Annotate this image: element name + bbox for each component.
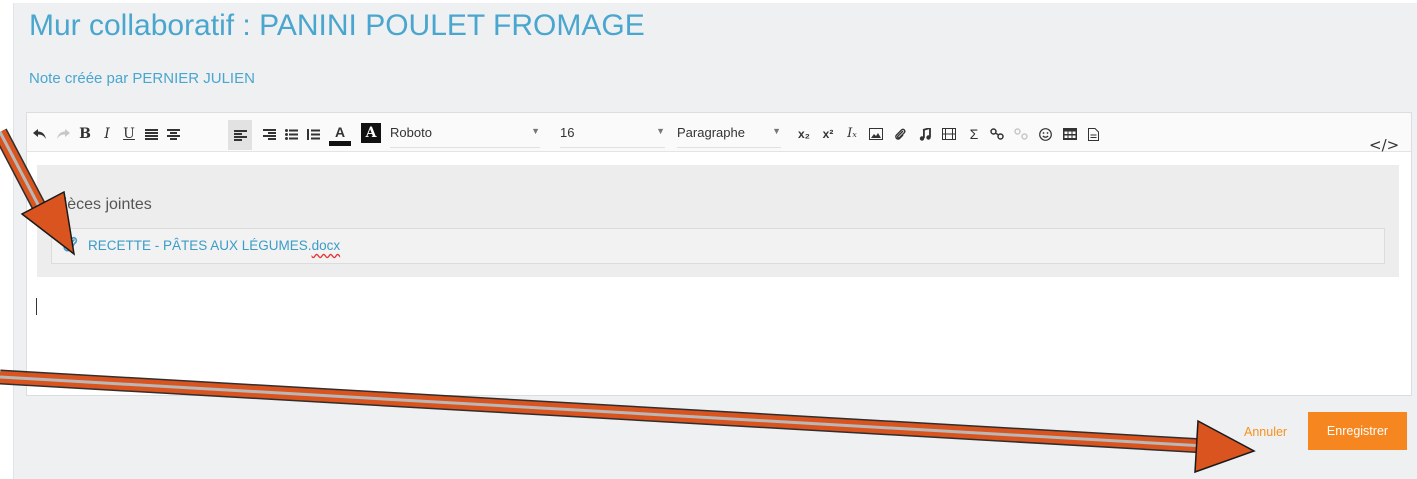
align-center-icon[interactable] (165, 123, 181, 145)
paragraph-format-select[interactable]: Paragraphe ▼ (677, 123, 781, 148)
background-color-button[interactable]: A (361, 123, 381, 143)
font-size-select[interactable]: 16 ▼ (560, 123, 665, 148)
superscript-button[interactable]: x² (819, 123, 837, 145)
text-color-button[interactable]: A (329, 123, 351, 146)
attachments-title: Pièces jointes (53, 196, 152, 213)
editor-toolbar: B I U A A Roboto ▼ 16 ▼ Paragraphe ▼ x₂ … (27, 113, 1411, 152)
table-icon[interactable] (1061, 123, 1079, 145)
link-icon[interactable] (988, 123, 1006, 145)
undo-icon[interactable] (32, 123, 48, 145)
underline-button[interactable]: U (121, 123, 137, 145)
font-size-value: 16 (560, 125, 575, 140)
attachments-box: Pièces jointes RECETTE - PÂTES AUX LÉGUM… (37, 165, 1399, 277)
bullet-list-icon[interactable] (283, 123, 299, 145)
attachment-extension: docx (311, 238, 341, 253)
align-justify-icon[interactable] (143, 123, 159, 145)
align-left-icon[interactable] (228, 120, 252, 150)
font-family-value: Roboto (390, 125, 432, 140)
save-button[interactable]: Enregistrer (1308, 412, 1407, 450)
chevron-down-icon: ▼ (531, 126, 540, 136)
italic-button[interactable]: I (99, 123, 115, 145)
image-icon[interactable] (867, 123, 885, 145)
redo-icon[interactable] (55, 123, 71, 145)
align-right-icon[interactable] (261, 123, 277, 145)
paragraph-format-value: Paragraphe (677, 125, 745, 140)
text-cursor (36, 298, 37, 315)
emoji-icon[interactable] (1036, 123, 1054, 145)
attachment-icon[interactable] (891, 123, 909, 145)
subscript-button[interactable]: x₂ (795, 123, 813, 145)
clear-format-button[interactable]: Iₓ (843, 123, 861, 145)
code-view-button[interactable]: </> (1369, 136, 1399, 154)
video-icon[interactable] (940, 123, 958, 145)
unlink-icon[interactable] (1012, 123, 1030, 145)
numbered-list-icon[interactable] (305, 123, 321, 145)
paperclip-icon (62, 235, 78, 258)
bold-button[interactable]: B (77, 123, 93, 145)
attachment-link[interactable]: RECETTE - PÂTES AUX LÉGUMES.docx (88, 238, 340, 253)
chevron-down-icon: ▼ (656, 126, 665, 136)
cancel-button[interactable]: Annuler (1234, 414, 1297, 450)
attachment-item: RECETTE - PÂTES AUX LÉGUMES.docx (51, 228, 1385, 264)
attachment-filename: RECETTE - PÂTES AUX LÉGUMES. (88, 238, 312, 253)
note-author: Note créée par PERNIER JULIEN (29, 70, 255, 87)
chevron-down-icon: ▼ (772, 126, 781, 136)
document-icon[interactable] (1084, 123, 1102, 145)
font-family-select[interactable]: Roboto ▼ (390, 123, 540, 148)
formula-button[interactable]: Σ (965, 123, 983, 145)
page-title: Mur collaboratif : PANINI POULET FROMAGE (29, 9, 645, 42)
audio-icon[interactable] (916, 123, 934, 145)
